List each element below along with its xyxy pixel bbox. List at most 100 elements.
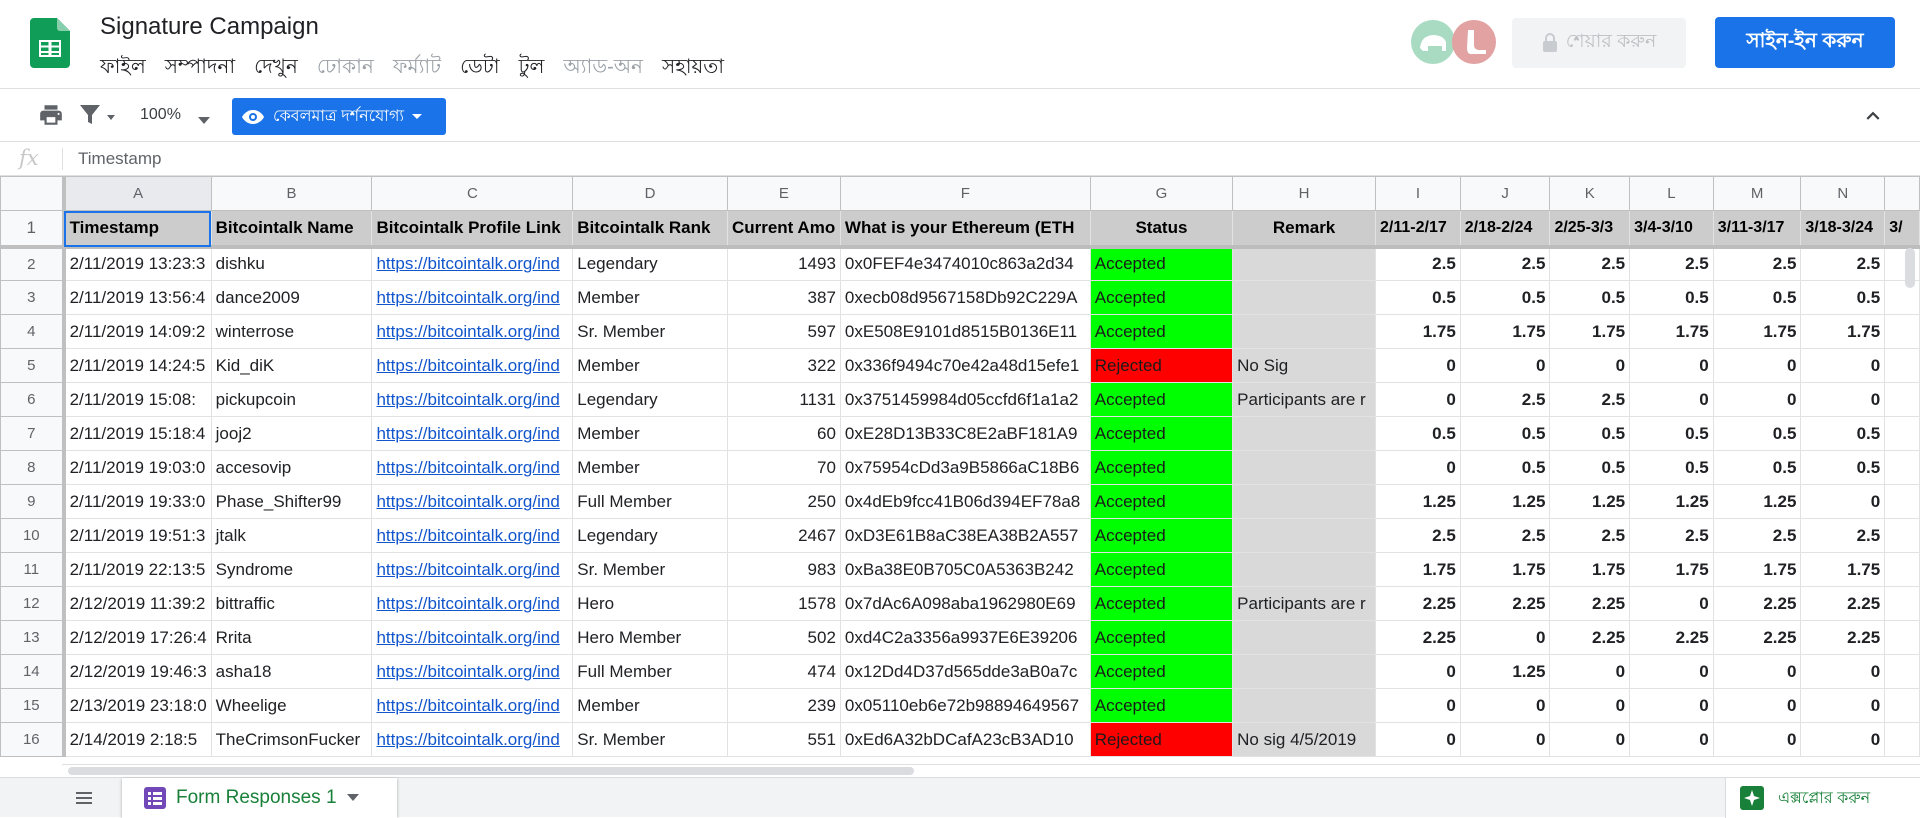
status-cell[interactable]: Accepted [1089,280,1234,315]
header-cell[interactable]: 2/11-2/17 [1375,210,1461,249]
status-cell[interactable]: Accepted [1089,620,1234,655]
profile-link-cell[interactable]: https://bitcointalk.org/ind [371,654,574,689]
week-payout-cell[interactable]: 2.5 [1549,246,1631,281]
menu-item[interactable]: সম্পাদনা [165,52,235,85]
week-payout-cell[interactable]: 2.25 [1549,620,1631,655]
partial-cell[interactable] [1884,654,1920,689]
name-cell[interactable]: accesovip [210,450,373,485]
row-number[interactable]: 6 [0,382,66,417]
week-payout-cell[interactable]: 0 [1459,722,1551,757]
profile-link-cell[interactable]: https://bitcointalk.org/ind [371,246,574,281]
column-header-partial[interactable] [1884,176,1920,211]
week-payout-cell[interactable]: 2.5 [1459,382,1551,417]
week-payout-cell[interactable]: 1.75 [1459,314,1551,349]
collapse-toolbar-button[interactable] [1860,103,1886,134]
menu-item[interactable]: ডেটা [460,52,500,85]
rank-cell[interactable]: Full Member [572,654,728,689]
partial-cell[interactable] [1884,416,1920,451]
row-number[interactable]: 10 [0,518,66,553]
week-payout-cell[interactable]: 1.25 [1712,484,1802,519]
timestamp-cell[interactable]: 2/11/2019 22:13:5 [63,552,212,587]
rank-cell[interactable]: Hero Member [572,620,728,655]
status-cell[interactable]: Accepted [1089,314,1234,349]
week-payout-cell[interactable]: 2.5 [1800,518,1886,553]
rank-cell[interactable]: Hero [572,586,728,621]
profile-link-cell[interactable]: https://bitcointalk.org/ind [371,382,574,417]
timestamp-cell[interactable]: 2/11/2019 14:24:5 [63,348,212,383]
timestamp-cell[interactable]: 2/11/2019 15:08: [63,382,212,417]
week-payout-cell[interactable]: 2.5 [1549,382,1631,417]
rank-cell[interactable]: Legendary [572,382,728,417]
week-payout-cell[interactable]: 0 [1712,654,1802,689]
amount-cell[interactable]: 474 [726,654,841,689]
week-payout-cell[interactable]: 1.25 [1459,484,1551,519]
week-payout-cell[interactable]: 0.5 [1712,450,1802,485]
eth-address-cell[interactable]: 0xBa38E0B705C0A5363B242 [839,552,1091,587]
amount-cell[interactable]: 551 [726,722,841,757]
week-payout-cell[interactable]: 0 [1375,654,1461,689]
row-number[interactable]: 9 [0,484,66,519]
eth-address-cell[interactable]: 0x05110eb6e72b98894649567 [839,688,1091,723]
remark-cell[interactable] [1232,688,1377,723]
horizontal-scrollbar[interactable] [68,767,914,775]
week-payout-cell[interactable]: 0 [1375,722,1461,757]
week-payout-cell[interactable]: 2.25 [1629,620,1714,655]
remark-cell[interactable] [1232,620,1377,655]
profile-link-cell[interactable]: https://bitcointalk.org/ind [371,450,574,485]
remark-cell[interactable]: No sig 4/5/2019 [1232,722,1377,757]
week-payout-cell[interactable]: 2.25 [1712,620,1802,655]
partial-cell[interactable] [1884,280,1920,315]
name-cell[interactable]: jtalk [210,518,373,553]
profile-link-cell[interactable]: https://bitcointalk.org/ind [371,722,574,757]
week-payout-cell[interactable]: 0 [1712,722,1802,757]
week-payout-cell[interactable]: 2.5 [1375,246,1461,281]
all-sheets-menu-icon[interactable] [72,786,96,815]
week-payout-cell[interactable]: 2.5 [1712,518,1802,553]
week-payout-cell[interactable]: 0 [1629,586,1714,621]
eth-address-cell[interactable]: 0x12Dd4D37d565dde3aB0a7c [839,654,1091,689]
week-payout-cell[interactable]: 0 [1712,688,1802,723]
week-payout-cell[interactable]: 0.5 [1549,280,1631,315]
profile-link-cell[interactable]: https://bitcointalk.org/ind [371,620,574,655]
partial-cell[interactable] [1884,450,1920,485]
header-cell[interactable]: 3/4-3/10 [1629,210,1714,249]
header-cell[interactable]: 3/11-3/17 [1712,210,1802,249]
partial-cell[interactable] [1884,382,1920,417]
week-payout-cell[interactable]: 1.75 [1712,552,1802,587]
remark-cell[interactable] [1232,484,1377,519]
week-payout-cell[interactable]: 0 [1629,722,1714,757]
profile-link-cell[interactable]: https://bitcointalk.org/ind [371,484,574,519]
eth-address-cell[interactable]: 0x0FEF4e3474010c863a2d34 [839,246,1091,281]
rank-cell[interactable]: Member [572,348,728,383]
name-cell[interactable]: dishku [210,246,373,281]
zoom-dropdown-arrow-icon[interactable] [198,112,210,130]
column-header-e[interactable]: E [726,176,841,211]
week-payout-cell[interactable]: 1.75 [1800,552,1886,587]
eth-address-cell[interactable]: 0x4dEb9fcc41B06d394EF78a8 [839,484,1091,519]
row-number[interactable]: 5 [0,348,66,383]
week-payout-cell[interactable]: 0 [1712,382,1802,417]
timestamp-cell[interactable]: 2/11/2019 15:18:4 [63,416,212,451]
column-header-g[interactable]: G [1089,176,1234,211]
menu-item[interactable]: ফর্ম্যাট [393,52,441,85]
timestamp-cell[interactable]: 2/11/2019 14:09:2 [63,314,212,349]
week-payout-cell[interactable]: 2.25 [1375,586,1461,621]
status-cell[interactable]: Accepted [1089,416,1234,451]
timestamp-cell[interactable]: 2/14/2019 2:18:5 [63,722,212,757]
column-header-c[interactable]: C [371,176,574,211]
profile-link-cell[interactable]: https://bitcointalk.org/ind [371,314,574,349]
amount-cell[interactable]: 239 [726,688,841,723]
week-payout-cell[interactable]: 1.75 [1375,552,1461,587]
week-payout-cell[interactable]: 2.5 [1459,518,1551,553]
rank-cell[interactable]: Member [572,688,728,723]
week-payout-cell[interactable]: 0.5 [1459,280,1551,315]
week-payout-cell[interactable]: 2.25 [1375,620,1461,655]
menu-item[interactable]: অ্যাড-অন [563,52,643,85]
name-cell[interactable]: Phase_Shifter99 [210,484,373,519]
row-number[interactable]: 4 [0,314,66,349]
partial-cell[interactable] [1884,722,1920,757]
partial-cell[interactable] [1884,314,1920,349]
week-payout-cell[interactable]: 0 [1375,688,1461,723]
menu-item[interactable]: ঢোকান [317,52,374,85]
week-payout-cell[interactable]: 1.25 [1629,484,1714,519]
